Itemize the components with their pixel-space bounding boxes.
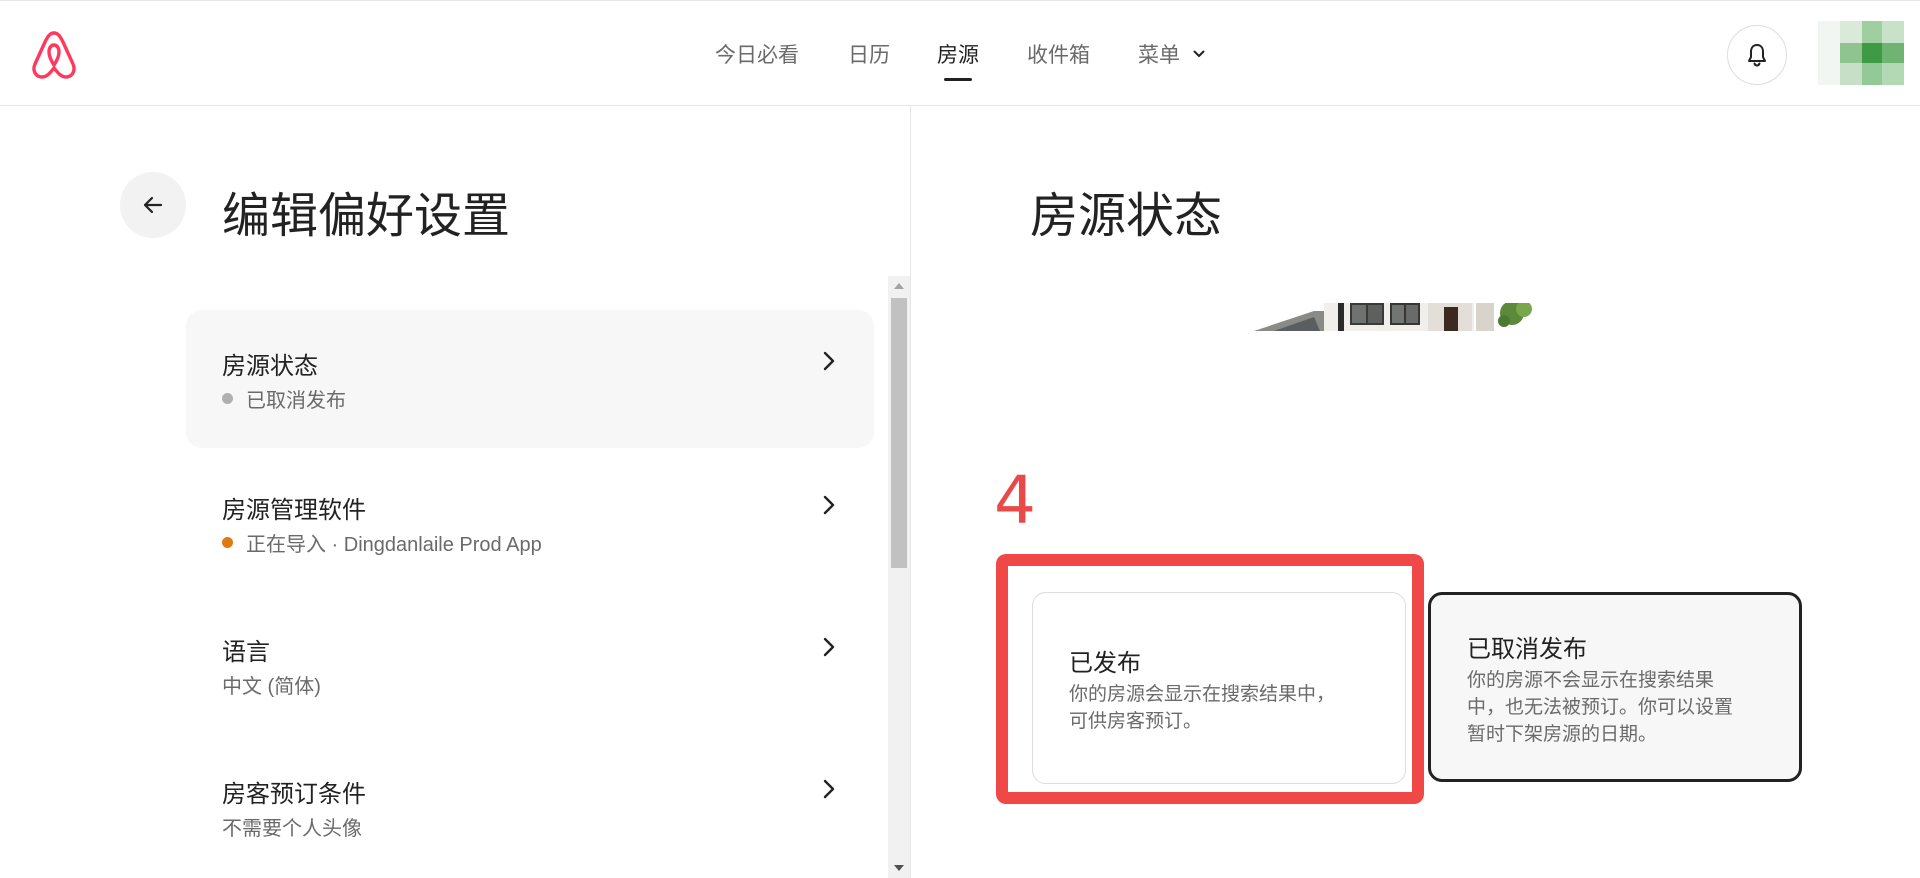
settings-item-title: 房源状态: [222, 353, 318, 380]
description-line: 暂时下架房源的日期。: [1467, 724, 1658, 745]
panel-divider: [910, 106, 911, 878]
scroll-thumb[interactable]: [891, 298, 907, 568]
description-line: 你的房源不会显示在搜索结果: [1467, 670, 1715, 691]
settings-item-subtitle: 正在导入 · Dingdanlaile Prod App: [222, 528, 542, 557]
status-option-title: 已发布: [1069, 650, 1141, 677]
notifications-button[interactable]: [1727, 25, 1787, 85]
settings-item-title: 房源管理软件: [222, 497, 366, 524]
page-title: 编辑偏好设置: [222, 190, 511, 243]
settings-item-title: 语言: [222, 639, 270, 666]
nav-inbox[interactable]: 收件箱: [1027, 39, 1090, 69]
scroll-up-arrow-icon[interactable]: [894, 283, 904, 289]
settings-item-listing-status[interactable]: 房源状态 已取消发布: [186, 310, 874, 448]
active-nav-indicator: [944, 78, 972, 81]
settings-item-subtitle: 中文 (简体): [222, 676, 321, 698]
chevron-right-icon: [823, 637, 835, 657]
settings-item-title: 房客预订条件: [222, 781, 366, 808]
bell-icon: [1748, 44, 1766, 67]
status-dot: [222, 393, 233, 404]
settings-item-booking-requirements[interactable]: 房客预订条件 不需要个人头像: [186, 738, 874, 876]
description-line: 可供房客预订。: [1069, 711, 1203, 732]
top-header: 今日必看 日历 房源 收件箱 菜单: [0, 0, 1920, 106]
description-line: 中，也无法被预订。你可以设置: [1467, 697, 1734, 718]
scroll-down-arrow-icon[interactable]: [894, 865, 904, 871]
settings-item-subtitle: 已取消发布: [222, 384, 346, 413]
chevron-right-icon: [823, 779, 835, 799]
status-dot: [222, 537, 233, 548]
status-option-description: 你的房源不会显示在搜索结果 中，也无法被预订。你可以设置 暂时下架房源的日期。: [1467, 667, 1733, 748]
main-nav: 今日必看 日历 房源 收件箱 菜单: [0, 1, 1920, 107]
arrow-left-icon: [143, 196, 163, 214]
settings-item-subtitle: 不需要个人头像: [222, 818, 362, 840]
nav-today[interactable]: 今日必看: [715, 39, 799, 69]
listing-photo: [1254, 303, 1532, 331]
avatar[interactable]: [1818, 21, 1904, 85]
status-option-description: 你的房源会显示在搜索结果中， 可供房客预订。: [1069, 681, 1335, 735]
description-line: 你的房源会显示在搜索结果中，: [1069, 684, 1336, 705]
settings-item-language[interactable]: 语言 中文 (简体): [186, 596, 874, 734]
section-title: 房源状态: [1030, 190, 1223, 243]
status-option-title: 已取消发布: [1467, 636, 1587, 663]
scrollbar[interactable]: [888, 276, 910, 878]
back-button[interactable]: [120, 172, 186, 238]
settings-item-subtitle-text: 正在导入 · Dingdanlaile Prod App: [246, 534, 542, 556]
nav-calendar[interactable]: 日历: [848, 39, 890, 69]
chevron-right-icon: [823, 351, 835, 371]
chevron-down-icon[interactable]: [1193, 48, 1205, 60]
chevron-right-icon: [823, 495, 835, 515]
nav-listings[interactable]: 房源: [937, 39, 979, 69]
status-option-published[interactable]: 已发布 你的房源会显示在搜索结果中， 可供房客预订。: [1032, 592, 1406, 784]
status-option-unpublished[interactable]: 已取消发布 你的房源不会显示在搜索结果 中，也无法被预订。你可以设置 暂时下架房…: [1428, 592, 1802, 782]
nav-menu[interactable]: 菜单: [1138, 39, 1180, 69]
annotation-number: 4: [994, 462, 1036, 539]
settings-item-subtitle-text: 已取消发布: [246, 390, 346, 412]
settings-item-management-software[interactable]: 房源管理软件 正在导入 · Dingdanlaile Prod App: [186, 454, 874, 592]
